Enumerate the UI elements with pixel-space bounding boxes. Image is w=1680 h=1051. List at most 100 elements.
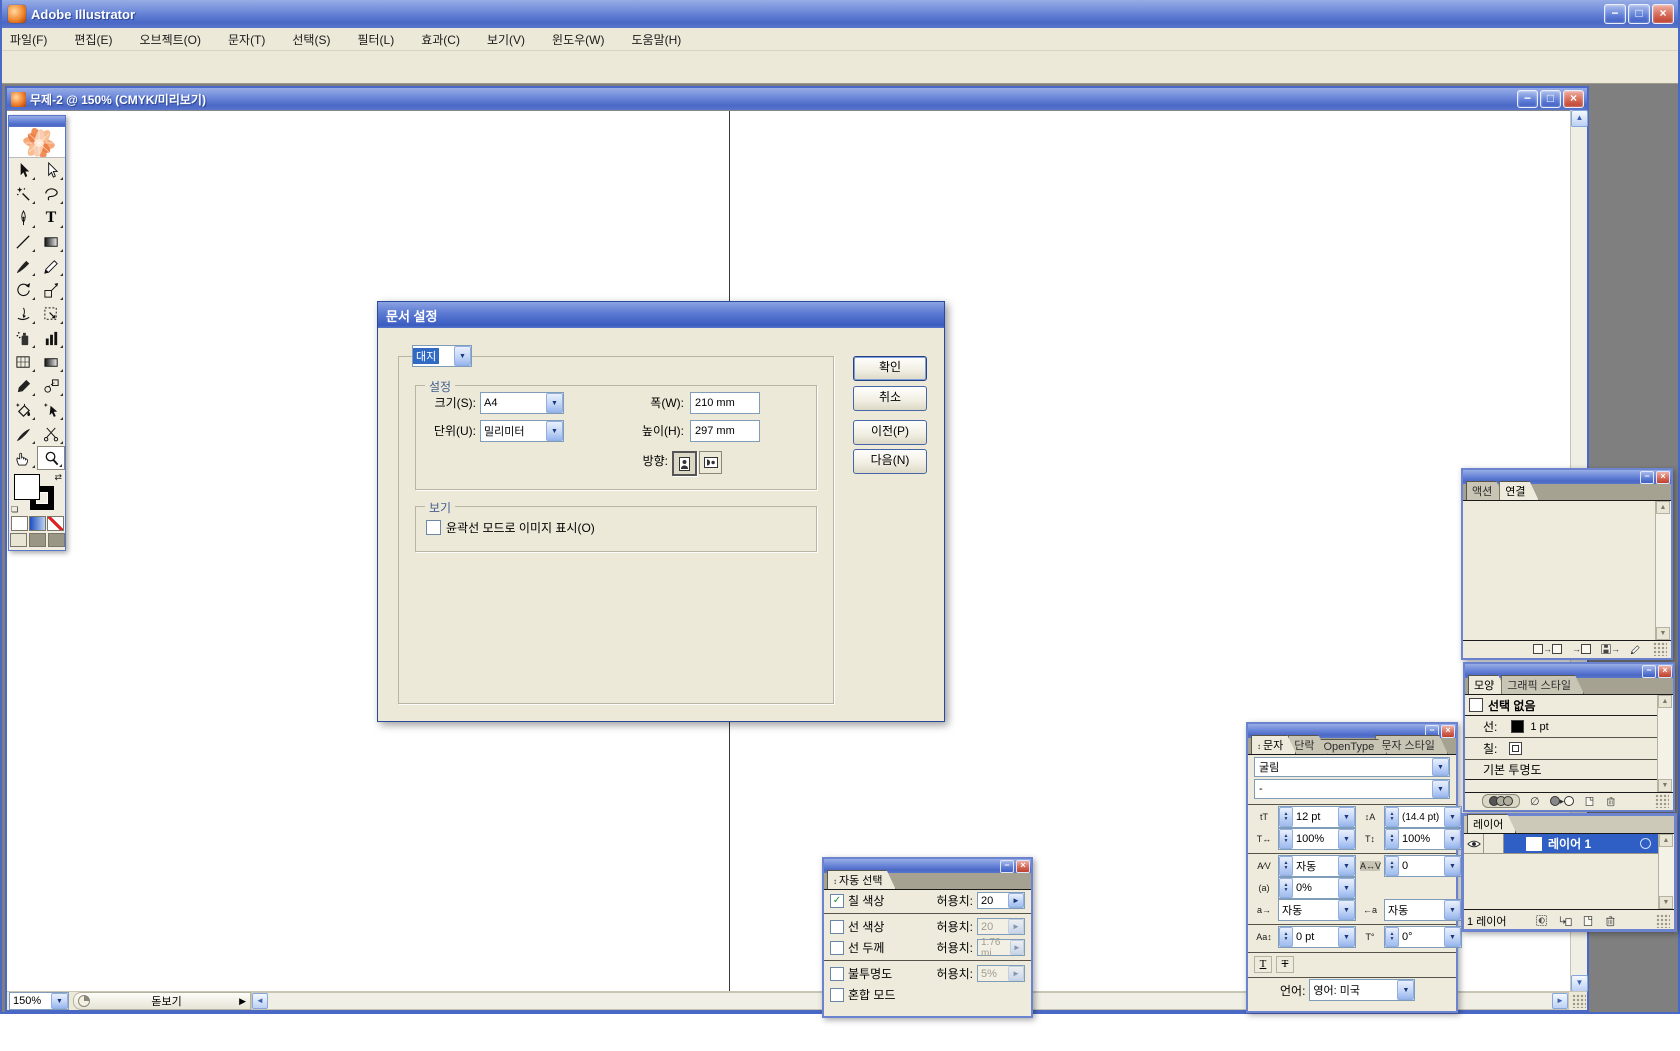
font-family-combo[interactable]: 굴림 ▼ — [1254, 757, 1450, 777]
portrait-orientation-button[interactable] — [672, 451, 697, 476]
ok-button[interactable]: 확인 — [853, 356, 927, 381]
tab-character-styles[interactable]: 문자 스타일 — [1375, 735, 1448, 754]
chevron-down-icon[interactable]: ▼ — [1444, 856, 1461, 876]
tab-graphic-styles[interactable]: 그래픽 스타일 — [1501, 675, 1584, 694]
stepper-icon[interactable]: ▲▼ — [1385, 829, 1399, 849]
chevron-down-icon[interactable]: ▼ — [1432, 758, 1449, 776]
outline-mode-checkbox[interactable] — [426, 520, 441, 535]
chevron-down-icon[interactable]: ▼ — [1338, 878, 1355, 898]
palette-minimize-button[interactable]: − — [1640, 471, 1654, 484]
palette-resize-grip[interactable] — [1655, 794, 1669, 808]
swap-fill-stroke-icon[interactable]: ⇄ — [54, 472, 62, 483]
relink-button[interactable]: → — [1533, 644, 1562, 654]
default-fill-stroke-icon[interactable]: ❏ — [11, 505, 18, 514]
palette-resize-grip[interactable] — [1656, 914, 1670, 928]
layer-lock-toggle[interactable] — [1484, 834, 1504, 853]
chevron-down-icon[interactable]: ▼ — [1338, 856, 1355, 876]
new-layer-icon[interactable] — [1582, 915, 1594, 927]
column-graph-tool[interactable] — [37, 326, 65, 350]
chevron-down-icon[interactable]: ▼ — [1432, 780, 1449, 798]
tsume-combo[interactable]: ▲▼0%▼ — [1278, 877, 1356, 899]
toolbox-titlebar[interactable] — [9, 116, 65, 127]
chevron-down-icon[interactable]: ▼ — [1444, 807, 1461, 827]
unit-dropdown[interactable]: 밀리미터 ▼ — [480, 420, 564, 442]
appearance-fill-row[interactable]: 칠: — [1465, 738, 1673, 760]
menu-type[interactable]: 문자(T) — [228, 31, 265, 48]
leading-combo[interactable]: ▲▼(14.4 pt)▼ — [1384, 806, 1462, 828]
character-rotation-combo[interactable]: ▲▼0°▼ — [1384, 926, 1462, 948]
font-style-combo[interactable]: - ▼ — [1254, 779, 1450, 799]
next-button[interactable]: 다음(N) — [853, 449, 927, 474]
rotate-tool[interactable] — [9, 278, 37, 302]
prev-button[interactable]: 이전(P) — [853, 420, 927, 445]
stepper-icon[interactable]: ▲▼ — [1385, 856, 1399, 876]
stepper-icon[interactable]: ▲▼ — [1385, 807, 1399, 827]
chevron-down-icon[interactable]: ▼ — [1338, 829, 1355, 849]
close-button[interactable]: × — [1652, 4, 1674, 24]
fullscreen-menu-button[interactable] — [29, 533, 46, 547]
chevron-down-icon[interactable]: ▼ — [51, 993, 68, 1009]
chevron-down-icon[interactable]: ▼ — [1444, 927, 1461, 947]
line-segment-tool[interactable] — [9, 230, 37, 254]
scroll-down-button[interactable]: ▼ — [1571, 975, 1588, 992]
tab-layers[interactable]: 레이어 — [1467, 814, 1516, 833]
stepper-icon[interactable]: ▲▼ — [1279, 829, 1293, 849]
app-titlebar[interactable]: Adobe Illustrator − □ × — [2, 0, 1678, 28]
scissors-tool[interactable] — [37, 422, 65, 446]
gradient-mode-button[interactable] — [29, 516, 46, 531]
stepper-icon[interactable]: ▲▼ — [1279, 927, 1293, 947]
create-sublayer-button[interactable] — [1558, 915, 1572, 927]
stepper-icon[interactable]: ▲▼ — [1279, 878, 1293, 898]
stroke-color-checkbox[interactable]: ✓ — [830, 920, 844, 934]
eyedropper-tool[interactable] — [9, 374, 37, 398]
zoom-tool[interactable] — [37, 446, 65, 470]
scroll-down-button[interactable]: ▼ — [1659, 896, 1673, 909]
paintbrush-tool[interactable] — [9, 254, 37, 278]
stroke-tolerance-field[interactable]: 20 ► — [977, 918, 1025, 935]
tab-links[interactable]: 연결 — [1499, 481, 1538, 500]
palette-close-button[interactable]: × — [1656, 471, 1670, 484]
trash-icon[interactable] — [1605, 795, 1616, 807]
symbol-sprayer-tool[interactable] — [9, 326, 37, 350]
appearance-stroke-row[interactable]: 선: 1 pt — [1465, 716, 1673, 738]
aki-left-combo[interactable]: 자동▼ — [1278, 899, 1356, 921]
fill-proxy-swatch[interactable] — [14, 474, 40, 500]
pencil-tool[interactable] — [37, 254, 65, 278]
direct-selection-tool[interactable] — [37, 158, 65, 182]
tab-opentype[interactable]: OpenType — [1318, 739, 1388, 754]
make-clipping-mask-icon[interactable] — [1535, 914, 1548, 927]
chevron-down-icon[interactable]: ▼ — [1338, 807, 1355, 827]
doc-maximize-button[interactable]: □ — [1540, 90, 1561, 108]
opacity-checkbox[interactable]: ✓ — [830, 967, 844, 981]
warp-tool[interactable] — [9, 302, 37, 326]
landscape-orientation-button[interactable] — [699, 451, 722, 474]
scroll-right-button[interactable]: ► — [1552, 993, 1568, 1009]
selected-layer[interactable]: 레이어 1 — [1504, 834, 1659, 853]
chevron-down-icon[interactable]: ▼ — [546, 393, 563, 413]
blend-tool[interactable] — [37, 374, 65, 398]
palette-minimize-button[interactable]: − — [1642, 665, 1656, 678]
new-art-basic-appearance-button[interactable] — [1482, 794, 1520, 808]
dialog-titlebar[interactable]: 문서 설정 — [378, 302, 944, 328]
new-item-icon[interactable] — [1584, 796, 1595, 807]
appearance-scrollbar[interactable]: ▲ ▼ — [1657, 695, 1673, 792]
fullscreen-button[interactable] — [48, 533, 65, 547]
menu-window[interactable]: 윈도우(W) — [552, 31, 604, 48]
gradient-tool[interactable] — [37, 350, 65, 374]
standard-screen-button[interactable] — [10, 533, 27, 547]
stepper-icon[interactable]: ▲▼ — [1279, 856, 1293, 876]
default-transparency-row[interactable]: 기본 투명도 — [1465, 760, 1673, 780]
mesh-tool[interactable] — [9, 350, 37, 374]
scroll-down-button[interactable]: ▼ — [1656, 627, 1670, 640]
maximize-button[interactable]: □ — [1628, 4, 1650, 24]
setup-section-dropdown[interactable]: 대지 ▼ — [412, 345, 472, 367]
stroke-weight-checkbox[interactable]: ✓ — [830, 941, 844, 955]
size-dropdown[interactable]: A4 ▼ — [480, 392, 564, 414]
knife-tool[interactable] — [9, 422, 37, 446]
minimize-button[interactable]: − — [1604, 4, 1626, 24]
menu-help[interactable]: 도움말(H) — [632, 31, 682, 48]
layer-visibility-toggle[interactable] — [1464, 834, 1484, 853]
palette-close-button[interactable]: × — [1016, 860, 1030, 873]
layers-scrollbar[interactable]: ▲ ▼ — [1658, 834, 1674, 909]
links-scrollbar[interactable]: ▲ ▼ — [1655, 501, 1671, 640]
